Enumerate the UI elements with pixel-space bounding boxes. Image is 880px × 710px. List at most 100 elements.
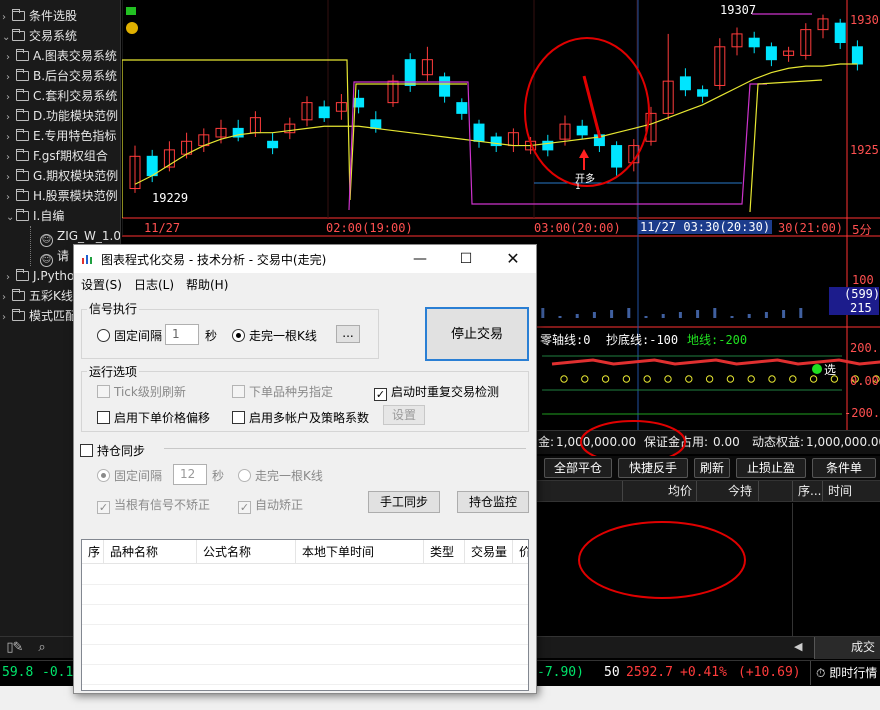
indicator-value-2: 215 — [850, 301, 872, 315]
tree-item[interactable]: › H.股票模块范例 — [6, 186, 118, 206]
col-formula[interactable]: 公式名称 — [197, 540, 296, 564]
position-sync-checkbox[interactable]: 持仓同步 — [80, 442, 145, 459]
col-time[interactable]: 时间 — [828, 481, 852, 501]
sync-bar-complete-radio[interactable]: 走完一根K线 — [238, 467, 323, 484]
collapsed-icon[interactable]: › — [6, 268, 16, 288]
edit-icon[interactable]: ✎ — [10, 640, 26, 656]
menu-log[interactable]: 日志(L) — [134, 276, 174, 293]
folder-icon — [12, 289, 25, 301]
conditional-order-button[interactable]: 条件单 — [812, 458, 876, 478]
quick-reverse-button[interactable]: 快捷反手 — [618, 458, 688, 478]
search-icon[interactable]: ⌕ — [34, 640, 50, 656]
menu-settings[interactable]: 设置(S) — [81, 276, 122, 293]
col-avg-price[interactable]: 均价 — [668, 481, 692, 501]
more-options-button[interactable]: ... — [336, 325, 360, 343]
tree-item[interactable]: › 五彩K线 — [2, 286, 73, 306]
tick-refresh-checkbox[interactable]: Tick级别刷新 — [97, 383, 186, 400]
lock-icon — [126, 7, 136, 15]
price-offset-checkbox[interactable]: 启用下单价格偏移 — [97, 409, 210, 426]
auto-correct-checkbox[interactable]: ✓ 自动矫正 — [238, 496, 303, 514]
bar-complete-label: 走完一根K线 — [249, 329, 317, 343]
menu-help[interactable]: 帮助(H) — [186, 276, 228, 293]
table-row[interactable] — [82, 645, 528, 665]
collapsed-icon[interactable]: › — [6, 108, 16, 128]
no-correct-checkbox[interactable]: ✓ 当根有信号不矫正 — [97, 496, 210, 514]
minimize-button[interactable]: — — [397, 245, 443, 273]
tree-item[interactable]: › G.期权模块范例 — [6, 166, 118, 186]
tree-item[interactable]: ⌄ I.自编 — [6, 206, 64, 226]
position-monitor-button[interactable]: 持仓监控 — [457, 491, 529, 513]
collapsed-icon[interactable]: › — [2, 8, 12, 28]
tree-item[interactable]: › B.后台交易系统 — [6, 66, 117, 86]
multi-account-checkbox[interactable]: 启用多帐户及策略系数 — [232, 409, 369, 426]
expanded-icon[interactable]: ⌄ — [2, 28, 12, 48]
settings-button[interactable]: 设置 — [383, 405, 425, 425]
fixed-interval-radio[interactable]: 固定间隔 — [97, 327, 162, 344]
col-seq[interactable]: 序... — [798, 481, 821, 501]
position-grid[interactable] — [536, 503, 880, 637]
collapsed-icon[interactable]: › — [2, 308, 12, 328]
collapsed-icon[interactable]: › — [6, 168, 16, 188]
collapsed-icon[interactable]: › — [6, 188, 16, 208]
tree-item[interactable]: ☺ ZIG_W_1.0 — [40, 226, 120, 247]
tree-item[interactable]: › F.gsf期权组合 — [6, 146, 108, 166]
candle-body — [439, 76, 451, 97]
no-correct-label: 当根有信号不矫正 — [114, 498, 211, 512]
col-today-hold[interactable]: 今持 — [728, 481, 752, 501]
col-price[interactable]: 价 — [513, 540, 528, 564]
col-volume[interactable]: 交易量 — [465, 540, 513, 564]
maximize-button[interactable]: ☐ — [443, 245, 489, 273]
trade-log-table[interactable]: 序 品种名称 公式名称 本地下单时间 类型 交易量 价 — [81, 539, 529, 691]
restart-check-checkbox[interactable]: ✓ 启动时重复交易检测 — [374, 383, 499, 401]
table-row[interactable] — [82, 665, 528, 685]
tree-item[interactable]: › C.套利交易系统 — [6, 86, 117, 106]
tree-item[interactable]: › A.图表交易系统 — [6, 46, 117, 66]
tree-item[interactable]: › 模式匹配 — [2, 306, 77, 326]
expanded-icon[interactable]: ⌄ — [6, 208, 16, 228]
collapsed-icon[interactable]: › — [6, 68, 16, 88]
manual-sync-button[interactable]: 手工同步 — [368, 491, 440, 513]
tree-item[interactable]: ⌄ 交易系统 — [2, 26, 77, 46]
refresh-button[interactable]: 刷新 — [694, 458, 730, 478]
deal-tab[interactable]: 成交明 — [814, 637, 880, 674]
col-symbol[interactable]: 品种名称 — [104, 540, 197, 564]
sync-seconds-input[interactable]: 12 — [173, 464, 207, 485]
tree-item[interactable]: › D.功能模块范例 — [6, 106, 118, 126]
tree-item-label: D.功能模块范例 — [33, 109, 119, 123]
tree-item[interactable]: › J.Python — [6, 266, 82, 286]
table-row[interactable] — [82, 585, 528, 605]
tree-item-label: F.gsf期权组合 — [33, 149, 108, 163]
collapsed-icon[interactable]: › — [6, 48, 16, 68]
collapsed-icon[interactable]: › — [2, 288, 12, 308]
col-order-time[interactable]: 本地下单时间 — [296, 540, 424, 564]
col-type[interactable]: 类型 — [424, 540, 465, 564]
tree-item[interactable]: › 条件选股 — [2, 6, 77, 26]
collapsed-icon[interactable]: › — [6, 88, 16, 108]
close-all-button[interactable]: 全部平仓 — [544, 458, 612, 478]
col-seq[interactable]: 序 — [82, 540, 104, 564]
zig-line-yellow-2 — [749, 79, 823, 213]
interval-seconds-input[interactable]: 1 — [165, 324, 199, 345]
realtime-quote-tab[interactable]: ⏱ 即时行情 — [816, 661, 877, 685]
dialog-titlebar[interactable]: 图表程式化交易 - 技术分析 - 交易中(走完) — ☐ ✕ — [74, 245, 536, 273]
sync-fixed-interval-radio[interactable]: 固定间隔 — [97, 467, 162, 484]
table-row[interactable] — [82, 565, 528, 585]
close-button[interactable]: ✕ — [490, 245, 536, 273]
stop-trading-button[interactable]: 停止交易 — [425, 307, 529, 361]
table-header: 序 品种名称 公式名称 本地下单时间 类型 交易量 价 — [82, 540, 528, 564]
collapsed-icon[interactable]: › — [6, 148, 16, 168]
bar-complete-radio[interactable]: 走完一根K线 — [232, 327, 317, 344]
signal-count-label: 1 — [575, 182, 581, 192]
scroll-left-icon[interactable]: ◀ — [794, 640, 802, 653]
tree-item[interactable]: ☺ 请 — [40, 246, 69, 267]
stop-loss-button[interactable]: 止损止盈 — [736, 458, 806, 478]
period-label: 5分 — [852, 223, 872, 237]
folder-icon — [16, 269, 29, 281]
grid-scroll-row: ◀ 成交明 — [536, 636, 880, 674]
alt-symbol-checkbox[interactable]: 下单品种另指定 — [232, 383, 333, 400]
table-row[interactable] — [82, 605, 528, 625]
tree-item[interactable]: › E.专用特色指标 — [6, 126, 116, 146]
collapsed-icon[interactable]: › — [6, 128, 16, 148]
auto-correct-label: 自动矫正 — [255, 498, 304, 512]
table-row[interactable] — [82, 625, 528, 645]
